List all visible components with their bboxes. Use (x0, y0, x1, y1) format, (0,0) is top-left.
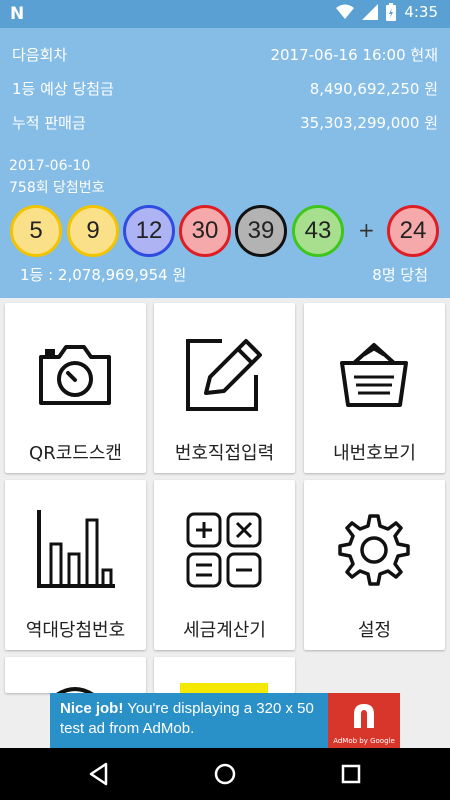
navigation-bar (0, 748, 450, 800)
admob-test-ad[interactable]: Nice job! You're displaying a 320 x 50 t… (50, 693, 400, 748)
status-bar: N 4:35 (0, 0, 450, 28)
settings-label: 설정 (357, 620, 392, 641)
my-numbers-button[interactable]: 내번호보기 (304, 303, 445, 473)
qr-scan-button[interactable]: QR코드스캔 (5, 303, 146, 473)
partial-yellow-icon (180, 683, 268, 693)
lotto-ball: 9 (67, 205, 119, 257)
winner-count: 8명 당첨 (372, 266, 428, 284)
next-round-value: 2017-06-16 16:00 현재 (270, 45, 438, 64)
menu-item-partial-1[interactable] (5, 657, 146, 693)
bar-chart-icon (37, 510, 115, 588)
back-icon[interactable] (86, 761, 112, 787)
lotto-ball: 5 (10, 205, 62, 257)
first-prize-amount: 1등 : 2,078,969,954 원 (20, 266, 187, 284)
wifi-icon (336, 4, 355, 19)
lotto-ball: 43 (292, 205, 344, 257)
status-icons: 4:35 (336, 3, 438, 21)
draw-date: 2017-06-10 (9, 158, 91, 174)
ad-text: Nice job! You're displaying a 320 x 50 t… (60, 699, 330, 739)
tax-calculator-button[interactable]: 세금계산기 (154, 480, 295, 650)
battery-charging-icon (386, 3, 397, 21)
camera-icon (39, 345, 111, 405)
lotto-ball: 39 (235, 205, 287, 257)
gear-icon (338, 514, 410, 586)
next-round-label: 다음회차 (12, 45, 68, 64)
tax-calculator-label: 세금계산기 (183, 620, 266, 641)
expected-prize-row: 1등 예상 당첨금 8,490,692,250 원 (12, 76, 438, 100)
draw-title: 758회 당첨번호 (9, 180, 105, 196)
total-sales-row: 누적 판매금 35,303,299,000 원 (12, 110, 438, 134)
qr-scan-label: QR코드스캔 (29, 443, 122, 464)
total-sales-value: 35,303,299,000 원 (300, 113, 438, 132)
calculator-icon (186, 512, 262, 588)
expected-prize-value: 8,490,692,250 원 (309, 79, 438, 98)
admob-byline: AdMob by Google (333, 737, 395, 745)
lotto-info-panel: 다음회차 2017-06-16 16:00 현재 1등 예상 당첨금 8,490… (0, 28, 450, 298)
admob-logo: AdMob by Google (328, 693, 400, 748)
winning-numbers: 5 9 12 30 39 43 + 24 (10, 203, 440, 257)
total-sales-label: 누적 판매금 (12, 113, 86, 132)
clock: 4:35 (404, 3, 438, 21)
partial-circle-icon (56, 687, 94, 693)
menu-item-partial-2[interactable] (154, 657, 295, 693)
history-label: 역대당첨번호 (25, 620, 126, 641)
home-icon[interactable] (212, 761, 238, 787)
notification-n-icon: N (10, 4, 25, 24)
lotto-ball: 12 (123, 205, 175, 257)
bonus-ball: 24 (387, 205, 439, 257)
bonus-plus-sign: + (358, 218, 375, 242)
my-numbers-label: 내번호보기 (333, 443, 416, 464)
next-round-row: 다음회차 2017-06-16 16:00 현재 (12, 42, 438, 66)
basket-icon (340, 343, 408, 407)
expected-prize-label: 1등 예상 당첨금 (12, 79, 114, 98)
recents-icon[interactable] (338, 761, 364, 787)
manual-input-button[interactable]: 번호직접입력 (154, 303, 295, 473)
cellular-icon (362, 4, 379, 20)
edit-pencil-icon (186, 339, 262, 411)
history-button[interactable]: 역대당첨번호 (5, 480, 146, 650)
ad-bold-text: Nice job! (60, 700, 124, 717)
admob-logo-icon (354, 704, 374, 728)
manual-input-label: 번호직접입력 (174, 443, 275, 464)
settings-button[interactable]: 설정 (304, 480, 445, 650)
lotto-ball: 30 (179, 205, 231, 257)
